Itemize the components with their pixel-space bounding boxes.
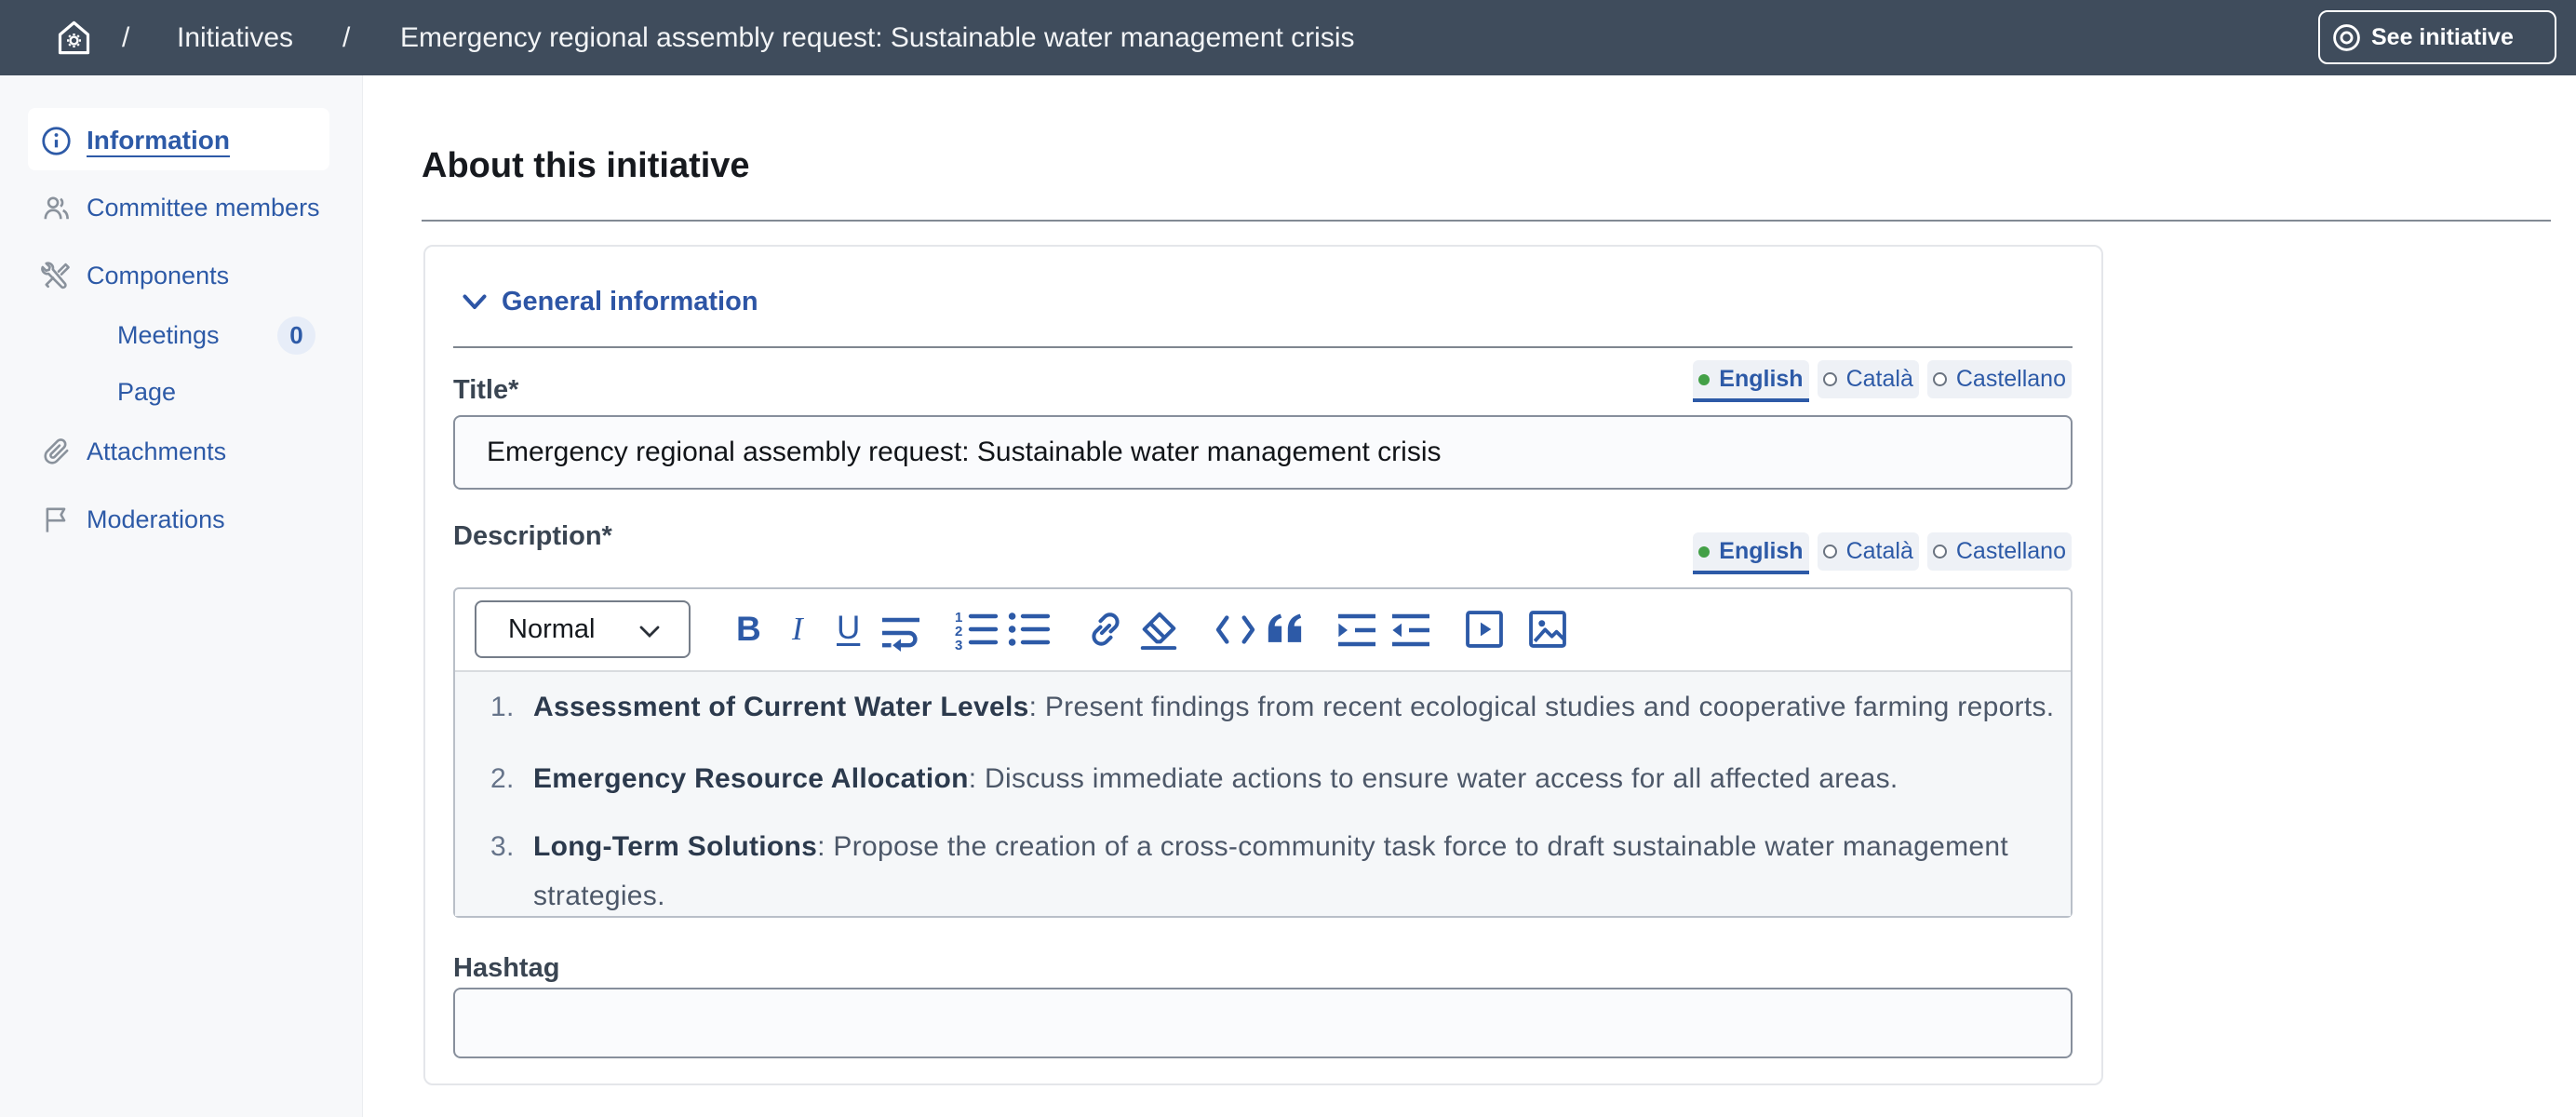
svg-text:3: 3 [955,638,962,650]
